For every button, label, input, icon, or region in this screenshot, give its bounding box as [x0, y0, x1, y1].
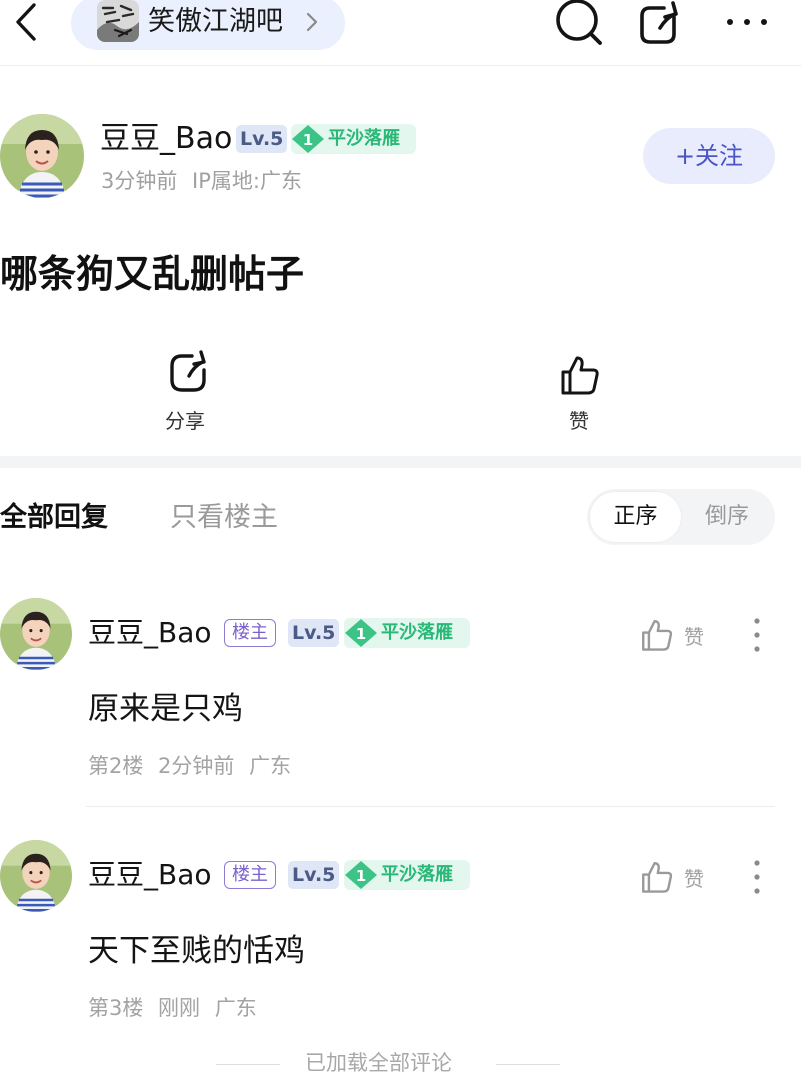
author-meta: 3分钟前 IP属地:广东 [101, 169, 302, 193]
more-icon [727, 19, 767, 25]
reply-more-button[interactable] [748, 616, 766, 654]
reply-author-name[interactable]: 豆豆_Bao [88, 856, 212, 894]
section-divider [0, 456, 801, 468]
owner-badge: 楼主 [224, 619, 276, 647]
tab-owner-only[interactable]: 只看楼主 [170, 498, 278, 538]
rank-title: 平沙落雁 [328, 128, 400, 149]
reply-content: 天下至贱的恬鸡 [88, 933, 305, 969]
rank-badge: 1 平沙落雁 [291, 124, 416, 154]
reply-author-name[interactable]: 豆豆_Bao [88, 614, 212, 652]
share-icon [640, 1, 678, 44]
search-button[interactable] [553, 0, 605, 48]
thumbs-up-icon [561, 356, 599, 395]
rank-number: 1 [356, 867, 366, 885]
level-badge: Lv.5 [236, 125, 288, 153]
share-button[interactable] [636, 0, 686, 46]
author-name[interactable]: 豆豆_Bao [100, 119, 232, 159]
reply-like-label: 赞 [684, 867, 704, 891]
rank-badge: 1 平沙落雁 [344, 860, 470, 890]
reply-item: 豆豆_Bao 楼主 Lv.5 1 平沙落雁 赞 天下至贱的恬鸡 第3楼 刚刚 广… [0, 840, 801, 1050]
rank-title: 平沙落雁 [381, 622, 453, 643]
rank-badge: 1 平沙落雁 [344, 618, 470, 648]
rank-title: 平沙落雁 [381, 864, 453, 885]
rank-number: 1 [356, 625, 366, 643]
reply-like-button[interactable]: 赞 [640, 618, 710, 654]
all-loaded-text: 已加载全部评论 [305, 1051, 452, 1075]
rank-gem-icon: 1 [292, 125, 324, 153]
post-share-button[interactable]: 分享 [150, 350, 230, 440]
footer-line-left [216, 1064, 280, 1065]
owner-badge: 楼主 [224, 861, 276, 889]
post-like-button[interactable]: 赞 [545, 350, 615, 440]
reply-meta: 第2楼 2分钟前 广东 [88, 754, 292, 778]
reply-like-label: 赞 [684, 625, 704, 649]
top-bar: 笑傲江湖吧 [0, 0, 801, 66]
level-badge: Lv.5 [288, 619, 340, 647]
rank-gem-icon: 1 [345, 861, 377, 889]
post-title: 哪条狗又乱删帖子 [0, 252, 305, 296]
reply-more-button[interactable] [748, 858, 766, 896]
share-label: 分享 [165, 409, 205, 433]
search-icon [556, 0, 602, 45]
vertical-more-icon [754, 618, 760, 652]
reply-meta: 第3楼 刚刚 广东 [88, 996, 257, 1020]
reply-like-button[interactable]: 赞 [640, 860, 710, 896]
vertical-more-icon [754, 860, 760, 894]
sort-desc-button[interactable]: 倒序 [683, 492, 771, 542]
footer-line-right [496, 1064, 560, 1065]
thumbs-up-icon [642, 620, 673, 651]
reply-item: 豆豆_Bao 楼主 Lv.5 1 平沙落雁 赞 原来是只鸡 第2楼 2分钟前 广… [0, 598, 801, 808]
rank-number: 1 [303, 131, 313, 149]
rank-gem-icon: 1 [345, 619, 377, 647]
like-label: 赞 [569, 409, 589, 433]
more-button[interactable] [724, 10, 770, 34]
sort-asc-button[interactable]: 正序 [590, 492, 681, 542]
thumbs-up-icon [642, 862, 673, 893]
chevron-right-icon [306, 12, 318, 32]
sort-toggle: 正序 倒序 [587, 489, 775, 545]
reply-avatar[interactable] [0, 840, 72, 912]
follow-button[interactable]: +关注 [643, 128, 775, 184]
forum-chip[interactable]: 笑傲江湖吧 [71, 0, 345, 50]
reply-separator [86, 806, 775, 807]
level-badge: Lv.5 [288, 861, 340, 889]
share-icon [170, 350, 206, 392]
forum-avatar [97, 0, 139, 42]
reply-content: 原来是只鸡 [88, 691, 243, 727]
author-avatar[interactable] [0, 114, 84, 198]
tab-all-replies[interactable]: 全部回复 [0, 498, 108, 538]
chevron-left-icon [16, 3, 36, 41]
forum-name: 笑傲江湖吧 [148, 6, 283, 37]
back-button[interactable] [8, 2, 44, 42]
reply-avatar[interactable] [0, 598, 72, 670]
